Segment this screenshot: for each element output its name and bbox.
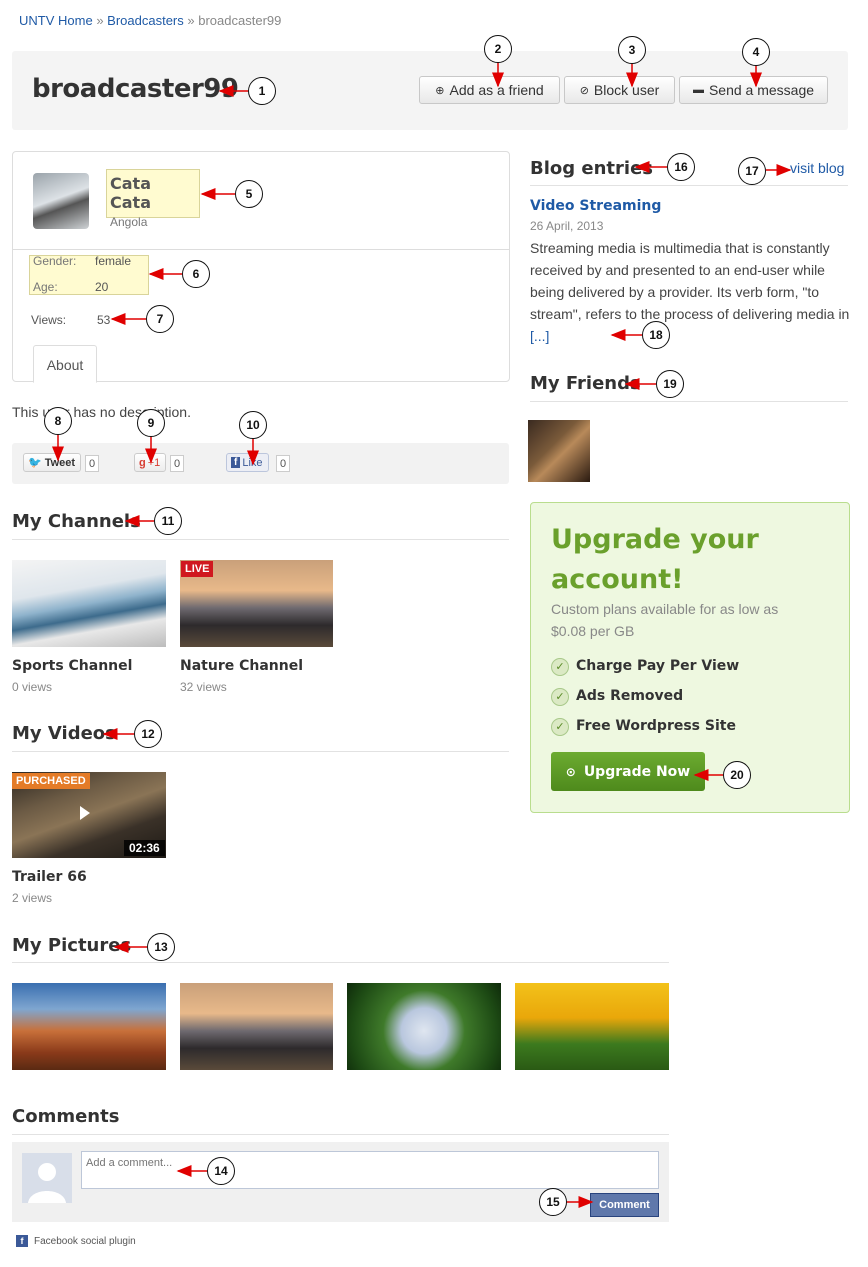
callout-marker: 3 xyxy=(618,36,646,64)
callout-marker: 12 xyxy=(134,720,162,748)
callout-marker: 11 xyxy=(154,507,182,535)
annotation-arrows xyxy=(52,61,792,1208)
callout-marker: 18 xyxy=(642,321,670,349)
callout-marker: 7 xyxy=(146,305,174,333)
callout-marker: 16 xyxy=(667,153,695,181)
callout-marker: 8 xyxy=(44,407,72,435)
callout-marker: 5 xyxy=(235,180,263,208)
callout-marker: 4 xyxy=(742,38,770,66)
callout-marker: 2 xyxy=(484,35,512,63)
callout-marker: 6 xyxy=(182,260,210,288)
callout-marker: 17 xyxy=(738,157,766,185)
callout-marker: 1 xyxy=(248,77,276,105)
callout-marker: 19 xyxy=(656,370,684,398)
callout-marker: 15 xyxy=(539,1188,567,1216)
callout-marker: 9 xyxy=(137,409,165,437)
callout-marker: 14 xyxy=(207,1157,235,1185)
callout-marker: 20 xyxy=(723,761,751,789)
callout-marker: 10 xyxy=(239,411,267,439)
callout-marker: 13 xyxy=(147,933,175,961)
